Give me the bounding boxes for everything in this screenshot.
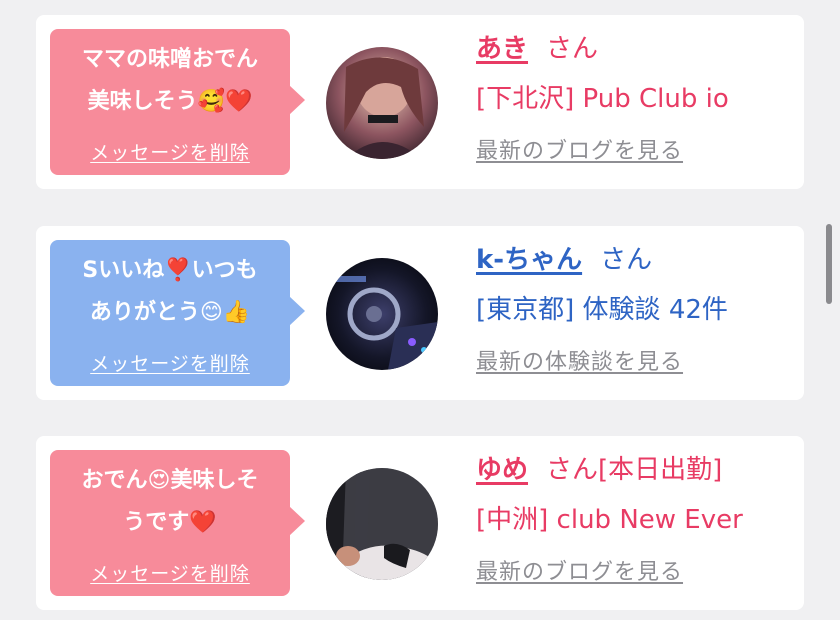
delete-message-link[interactable]: メッセージを削除 [50,349,290,376]
message-bubble: ママの味噌おでん 美味しそう🥰❤️ メッセージを削除 [50,29,305,175]
profile-name[interactable]: k-ちゃん [476,245,582,275]
scrollbar[interactable] [826,224,832,304]
message-text: おでん😍美味しそ うです❤️ [81,468,259,535]
avatar[interactable] [326,258,438,370]
honorific: さん[本日出勤] [546,455,723,485]
latest-blog-link[interactable]: 最新のブログを見る [476,133,796,165]
profile-subtitle: [東京都] 体験談 42件 [476,295,728,325]
message-card: ママの味噌おでん 美味しそう🥰❤️ メッセージを削除 あき さん [下北沢] Pu… [36,15,804,189]
delete-message-link[interactable]: メッセージを削除 [50,559,290,586]
latest-blog-link[interactable]: 最新のブログを見る [476,554,796,586]
delete-message-link[interactable]: メッセージを削除 [50,138,290,165]
message-bubble: おでん😍美味しそ うです❤️ メッセージを削除 [50,450,305,596]
honorific: さん [600,245,653,275]
avatar[interactable] [326,47,438,159]
message-text: Sいいね❣️いつも ありがとう😊👍 [82,258,258,325]
avatar[interactable] [326,468,438,580]
profile-info: k-ちゃん さん [東京都] 体験談 42件 最新の体験談を見る [476,238,796,376]
profile-subtitle: [中洲] club New Ever [476,505,743,535]
message-bubble: Sいいね❣️いつも ありがとう😊👍 メッセージを削除 [50,240,305,386]
message-text: ママの味噌おでん 美味しそう🥰❤️ [81,47,258,114]
profile-name[interactable]: あき [476,34,528,64]
honorific: さん [546,34,599,64]
message-card: Sいいね❣️いつも ありがとう😊👍 メッセージを削除 k-ちゃん さん [東京都… [36,226,804,400]
profile-info: あき さん [下北沢] Pub Club io 最新のブログを見る [476,27,796,165]
latest-review-link[interactable]: 最新の体験談を見る [476,344,796,376]
profile-name[interactable]: ゆめ [476,455,528,485]
message-card: おでん😍美味しそ うです❤️ メッセージを削除 ゆめ さん[本日出勤] [中洲] … [36,436,804,610]
profile-info: ゆめ さん[本日出勤] [中洲] club New Ever 最新のブログを見る [476,448,796,586]
profile-subtitle: [下北沢] Pub Club io [476,84,729,114]
